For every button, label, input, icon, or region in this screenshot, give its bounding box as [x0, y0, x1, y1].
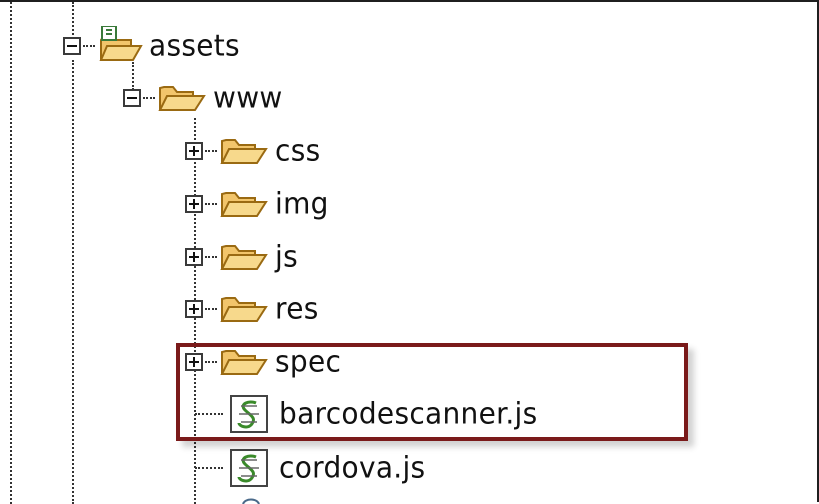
tree-node-label: www — [213, 80, 283, 115]
tree-node-css[interactable]: css — [185, 131, 320, 171]
javascript-file-icon — [230, 395, 268, 433]
folder-icon — [220, 350, 268, 375]
folder-icon — [220, 139, 268, 164]
tree-node-label: res — [275, 291, 319, 326]
tree-connector — [143, 97, 155, 99]
collapse-toggle[interactable] — [63, 37, 81, 55]
tree-node-spec[interactable]: spec — [185, 342, 341, 382]
tree-connector — [205, 203, 217, 205]
tree-node-img[interactable]: img — [185, 184, 329, 224]
tree-node-label: js — [275, 239, 298, 274]
folder-icon — [220, 192, 268, 217]
folder-icon — [158, 86, 206, 111]
tree-node-label: assets — [149, 28, 240, 63]
tree-node-label: spec — [275, 344, 342, 379]
tree-node-assets[interactable]: assets — [63, 26, 240, 66]
project-folder-icon — [99, 26, 143, 61]
tree-guide-line — [72, 60, 74, 504]
expand-toggle[interactable] — [185, 300, 203, 318]
folder-icon — [220, 297, 268, 322]
expand-toggle[interactable] — [185, 248, 203, 266]
tree-panel: assets www css img js res spec barcodesc… — [0, 0, 819, 504]
tree-connector — [205, 150, 217, 152]
tree-node-label: barcodescanner.js — [279, 396, 538, 431]
partial-file-icon — [242, 498, 260, 504]
tree-node-label: cordova.js — [279, 450, 426, 485]
tree-node-res[interactable]: res — [185, 289, 319, 329]
tree-node-js[interactable]: js — [185, 237, 298, 277]
tree-connector — [195, 413, 223, 415]
folder-icon — [220, 245, 268, 270]
tree-node-label: img — [275, 186, 329, 221]
tree-node-barcodescanner-js[interactable]: barcodescanner.js — [195, 394, 538, 434]
tree-node-cordova-js[interactable]: cordova.js — [195, 448, 425, 488]
tree-guide-line — [10, 2, 12, 504]
tree-connector — [83, 45, 95, 47]
collapse-toggle[interactable] — [123, 89, 141, 107]
expand-toggle[interactable] — [185, 142, 203, 160]
expand-toggle[interactable] — [185, 195, 203, 213]
tree-node-www[interactable]: www — [123, 78, 283, 118]
expand-toggle[interactable] — [185, 353, 203, 371]
tree-node-label: css — [275, 133, 321, 168]
javascript-file-icon — [230, 449, 268, 487]
tree-connector — [205, 256, 217, 258]
tree-connector — [205, 361, 217, 363]
tree-connector — [205, 308, 217, 310]
tree-connector — [195, 467, 223, 469]
